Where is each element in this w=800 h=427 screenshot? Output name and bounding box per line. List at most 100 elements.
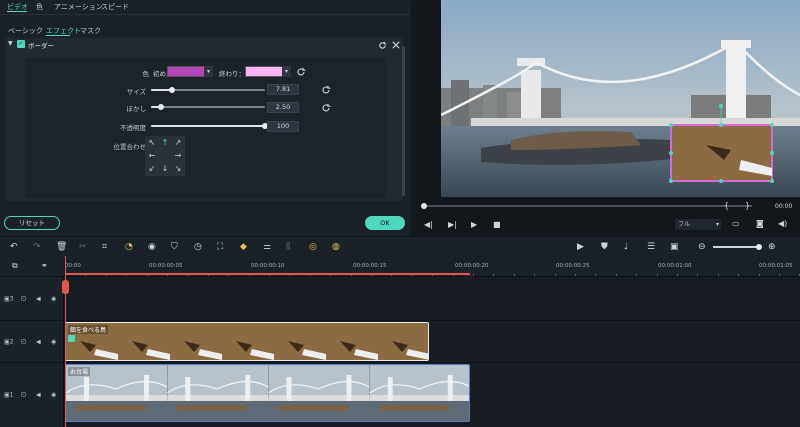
reset-color-icon[interactable]: [296, 67, 306, 77]
subtab-basic[interactable]: ベーシック: [8, 26, 43, 36]
speed-icon[interactable]: ◔: [125, 242, 135, 252]
snapshot-icon[interactable]: ◙: [756, 219, 764, 228]
preview-progress-handle[interactable]: [421, 203, 427, 209]
stop-icon[interactable]: ■: [493, 220, 501, 229]
ruler-label: 00:00:01:05: [759, 263, 793, 269]
mask-icon[interactable]: ⛉: [171, 242, 181, 252]
lock-icon[interactable]: ⊡: [21, 392, 26, 399]
clip-title: 餌を食べる鳥: [68, 325, 109, 334]
ruler-label: 00:00:00:05: [149, 263, 183, 269]
tab-speed[interactable]: スピード: [101, 2, 129, 12]
mark-out-icon[interactable]: }: [745, 201, 750, 210]
panel-scrollbar[interactable]: [402, 46, 405, 196]
align-left-icon[interactable]: ←: [146, 150, 158, 162]
mark-in-icon[interactable]: {: [724, 201, 729, 210]
adjust-icon[interactable]: ⚌: [263, 242, 273, 252]
timeline-toolbar: ↶ ↷ 🗑︎ ✂ ⌗ ◔ ◉ ⛉ ◷ ⛶ ◆ ⚌ ⫼ ◎ ◍ ▶ ⛊ ♩ ☰ ▣…: [0, 236, 800, 256]
align-top-left-icon[interactable]: ↖: [146, 137, 158, 149]
eye-icon[interactable]: ◉: [51, 338, 56, 345]
reset-effect-icon[interactable]: [378, 41, 387, 50]
volume-icon[interactable]: ◀︎): [778, 219, 787, 228]
lock-icon[interactable]: ⊡: [21, 338, 26, 345]
preview-timecode: 00:00: [775, 203, 793, 210]
track-number: ▣1: [4, 391, 14, 399]
monitor-icon[interactable]: ▭: [732, 219, 740, 228]
play-icon[interactable]: ▶: [471, 220, 477, 229]
cut-icon[interactable]: ✂: [79, 242, 89, 252]
preview-progress-track[interactable]: [424, 205, 752, 207]
preview-panel: { } 00:00 ◀︎| ▶| ▶ ■ フル ▾ ▭ ◙ ◀︎): [412, 0, 800, 236]
zoom-in-icon[interactable]: ⊕: [768, 242, 778, 252]
speaker-icon[interactable]: ◀︎: [36, 338, 41, 345]
voiceover-icon[interactable]: ☰: [647, 242, 657, 252]
effect-badge-icon: [68, 335, 75, 342]
ai-icon[interactable]: ◎: [309, 242, 319, 252]
step-play-icon[interactable]: ▶|: [448, 220, 457, 229]
timeline-zoom-handle[interactable]: [756, 244, 762, 250]
sync-icon[interactable]: ◍: [332, 242, 342, 252]
size-slider-handle[interactable]: [168, 87, 175, 93]
fit-icon[interactable]: ⛶: [217, 242, 227, 252]
video-clip[interactable]: 餌を食べる鳥: [65, 322, 429, 361]
tab-animation[interactable]: アニメーション: [54, 2, 103, 12]
eye-icon[interactable]: ◉: [51, 295, 56, 302]
end-color-dropdown[interactable]: ▾: [282, 66, 291, 77]
track-number: ▣2: [4, 338, 14, 345]
playhead-handle[interactable]: [62, 280, 69, 294]
blur-value[interactable]: 2.50: [267, 102, 299, 113]
preview-video[interactable]: [441, 0, 800, 197]
link-icon[interactable]: ⚭: [41, 261, 48, 270]
keyframe-icon[interactable]: ◆: [240, 242, 250, 252]
opacity-slider-fill: [151, 125, 265, 127]
crop-icon[interactable]: ⌗: [102, 242, 112, 252]
subtab-mask[interactable]: マスク: [80, 26, 101, 36]
start-color-label: 初め:: [153, 70, 169, 78]
start-color-swatch[interactable]: [167, 66, 205, 77]
end-color-swatch[interactable]: [245, 66, 283, 77]
audio-icon[interactable]: ⫼: [286, 242, 296, 252]
timeline-zoom-slider[interactable]: [713, 246, 761, 248]
prev-frame-icon[interactable]: ◀︎|: [424, 220, 433, 229]
reset-blur-icon[interactable]: [321, 103, 331, 113]
snap-icon[interactable]: ▣: [670, 242, 680, 252]
align-bottom-left-icon[interactable]: ↙: [146, 163, 158, 175]
align-top-icon[interactable]: ↑: [159, 137, 171, 149]
timer-icon[interactable]: ◷: [194, 242, 204, 252]
eye-icon[interactable]: ◉: [51, 392, 56, 399]
size-value[interactable]: 7.81: [267, 84, 299, 95]
zoom-select[interactable]: フル ▾: [675, 219, 721, 230]
close-icon[interactable]: [392, 41, 400, 49]
reset-size-icon[interactable]: [321, 85, 331, 95]
tab-color[interactable]: 色: [36, 2, 43, 12]
effect-enable-checkbox[interactable]: ✓: [17, 40, 25, 48]
collapse-arrow-icon[interactable]: ▼: [8, 40, 13, 47]
video-clip[interactable]: お台場: [65, 364, 470, 422]
zoom-select-value: フル: [678, 221, 691, 228]
zoom-out-icon[interactable]: ⊖: [698, 242, 708, 252]
reset-button[interactable]: リセット: [4, 216, 60, 230]
opacity-value[interactable]: 100: [267, 121, 299, 132]
speaker-icon[interactable]: ◀︎: [36, 295, 41, 302]
align-bottom-icon[interactable]: ↓: [159, 163, 171, 175]
align-right-icon[interactable]: →: [172, 150, 184, 162]
blur-slider-track[interactable]: [151, 106, 265, 108]
track-2: ▣2 ⊡ ◀︎ ◉ 餌を食べる鳥: [0, 320, 800, 362]
color-icon[interactable]: ◉: [148, 242, 158, 252]
ruler-label: 00:00:00:25: [556, 263, 590, 269]
marker-icon[interactable]: ⛊: [601, 242, 611, 252]
microphone-icon[interactable]: ♩: [624, 242, 634, 252]
add-track-icon[interactable]: ⧉: [12, 261, 18, 271]
align-bottom-right-icon[interactable]: ↘: [172, 163, 184, 175]
delete-icon[interactable]: 🗑︎: [56, 242, 67, 252]
undo-icon[interactable]: ↶: [10, 242, 20, 252]
lock-icon[interactable]: ⊡: [21, 295, 26, 302]
render-icon[interactable]: ▶: [577, 242, 587, 252]
speaker-icon[interactable]: ◀︎: [36, 392, 41, 399]
redo-icon[interactable]: ↷: [33, 242, 43, 252]
subtab-effect-underline: [46, 35, 70, 36]
start-color-dropdown[interactable]: ▾: [204, 66, 213, 77]
align-top-right-icon[interactable]: ↗: [172, 137, 184, 149]
ok-button[interactable]: OK: [365, 216, 405, 230]
track-header: ▣3 ⊡ ◀︎ ◉: [0, 277, 64, 320]
timeline-ruler[interactable]: ⧉ ⚭ 00:00 00:00:00:05 00:00:00:10 00:00:…: [0, 256, 800, 277]
